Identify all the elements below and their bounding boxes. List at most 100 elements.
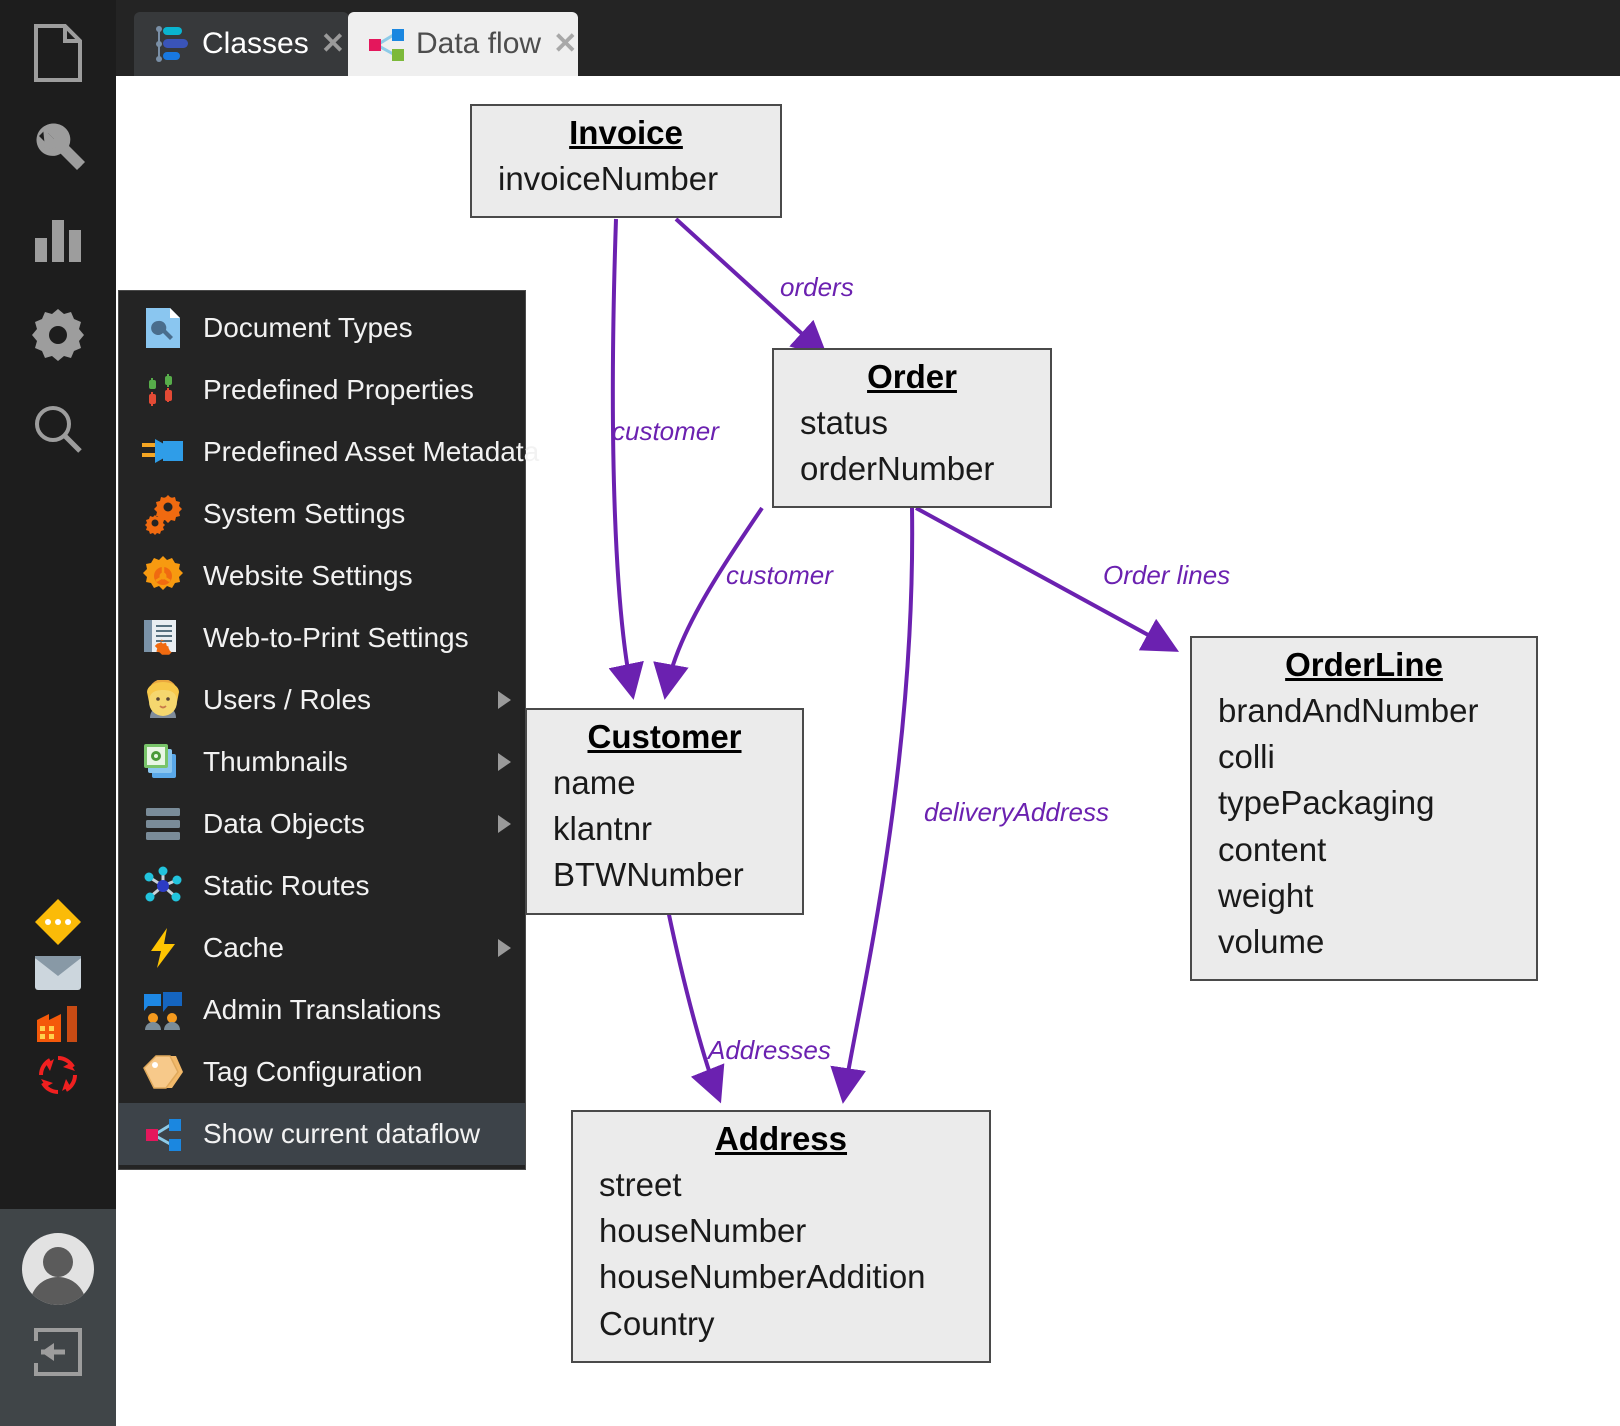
edge-label-order-customer: customer [726,560,834,590]
node-attribute: content [1218,830,1327,868]
menu-item-label: Static Routes [203,870,370,901]
menu-item-web-to-print-settings[interactable]: Web-to-Print Settings [119,607,525,669]
node-attributes: brandAndNumber colli typePackaging conte… [1208,688,1520,965]
menu-item-label: Tag Configuration [203,1056,423,1087]
node-attribute: Country [599,1304,715,1342]
menu-item-tag-configuration[interactable]: Tag Configuration [119,1041,525,1103]
edge-order-customer [653,506,764,700]
node-attributes: invoiceNumber [488,156,764,202]
menu-item-label: Users / Roles [203,684,372,715]
menu-item-document-types[interactable]: Document Types [119,297,525,359]
node-title: Address [714,1120,848,1157]
menu-item-data-objects[interactable]: Data Objects [119,793,525,855]
web-to-print-settings-icon [141,616,185,660]
node-attributes: name klantnr BTWNumber [543,760,786,899]
node-address[interactable]: Address street houseNumber houseNumberAd… [571,1110,991,1363]
thumbnails-icon [141,740,185,784]
classes-icon [152,24,192,64]
menu-item-system-settings[interactable]: System Settings [119,483,525,545]
document-icon[interactable] [0,6,116,100]
menu-item-label: Data Objects [203,808,365,839]
edge-invoice-customer [608,218,644,700]
node-title: Invoice [569,114,683,151]
avatar[interactable] [22,1233,94,1305]
menu-item-website-settings[interactable]: Website Settings [119,545,525,607]
menu-item-label: Web-to-Print Settings [203,622,469,653]
node-attributes: status orderNumber [790,400,1034,492]
node-attribute: status [800,404,889,441]
node-attribute: name [553,764,636,801]
node-attribute: houseNumberAddition [599,1258,926,1296]
left-icon-rail [0,0,116,1426]
search-icon[interactable] [0,382,116,476]
node-attribute: houseNumber [599,1212,807,1250]
node-title: Customer [587,718,742,755]
tab-classes-label: Classes [202,27,309,60]
node-attributes: street houseNumber houseNumberAddition C… [589,1162,973,1347]
node-attribute: brandAndNumber [1218,692,1479,729]
menu-item-label: Document Types [203,312,413,343]
menu-item-predefined-asset-metadata[interactable]: Predefined Asset Metadata [119,421,539,483]
predefined-properties-icon [141,368,185,412]
dataflow-icon [366,24,406,64]
node-attribute: klantnr [553,810,653,848]
refresh-icon[interactable] [0,1049,116,1100]
gear-icon[interactable] [0,288,116,382]
close-icon[interactable]: ✕ [541,29,577,59]
node-title: OrderLine [1285,646,1443,683]
menu-item-cache[interactable]: Cache [119,917,525,979]
node-attribute: colli [1218,738,1275,776]
node-order[interactable]: Order status orderNumber [772,348,1052,509]
menu-item-label: Predefined Properties [203,374,474,405]
data-objects-icon [141,802,185,846]
node-attribute: weight [1218,876,1314,914]
menu-item-label: Predefined Asset Metadata [203,436,540,467]
node-attribute: typePackaging [1218,784,1435,822]
chevron-right-icon [498,939,511,957]
node-invoice[interactable]: Invoice invoiceNumber [470,104,782,219]
menu-item-label: Cache [203,932,284,963]
static-routes-icon [141,864,185,908]
node-customer[interactable]: Customer name klantnr BTWNumber [525,708,804,915]
tab-data-flow-label: Data flow [416,27,542,60]
logout-icon[interactable] [0,1327,116,1377]
edge-label-order-lines: Order lines [1103,560,1230,590]
menu-item-admin-translations[interactable]: Admin Translations [119,979,525,1041]
menu-item-label: Website Settings [203,560,413,591]
menu-item-static-routes[interactable]: Static Routes [119,855,525,917]
edge-customer-address [666,909,725,1104]
users-roles-icon [141,678,185,722]
settings-context-menu[interactable]: Document Types Predefined Properties Pre… [118,290,539,1170]
tab-data-flow[interactable]: Data flow ✕ [348,12,578,76]
menu-item-predefined-properties[interactable]: Predefined Properties [119,359,525,421]
bar-chart-icon[interactable] [0,194,116,288]
avatar-body [30,1277,86,1305]
website-settings-icon [141,554,185,598]
node-attribute: volume [1218,922,1325,960]
diamond-more-icon[interactable] [0,896,116,947]
tab-classes[interactable]: Classes ✕ [134,12,349,76]
chevron-right-icon [498,753,511,771]
envelope-icon[interactable] [0,947,116,998]
edge-label-invoice-customer: customer [612,416,720,446]
menu-item-show-current-dataflow[interactable]: Show current dataflow [119,1103,525,1165]
menu-item-thumbnails[interactable]: Thumbnails [119,731,525,793]
document-types-icon [141,306,185,350]
admin-translations-icon [141,988,185,1032]
menu-item-label: Show current dataflow [203,1118,481,1149]
menu-item-label: System Settings [203,498,406,529]
close-icon[interactable]: ✕ [309,29,345,59]
chevron-right-icon [498,691,511,709]
factory-icon[interactable] [0,998,116,1049]
wrench-icon[interactable] [0,100,116,194]
node-orderline[interactable]: OrderLine brandAndNumber colli typePacka… [1190,636,1538,982]
cache-icon [141,926,185,970]
node-attribute: invoiceNumber [498,160,719,197]
menu-item-users-roles[interactable]: Users / Roles [119,669,525,731]
chevron-right-icon [498,815,511,833]
tag-configuration-icon [141,1050,185,1094]
tab-strip: Classes ✕ Data flow ✕ [116,0,1620,76]
node-attribute: BTWNumber [553,856,744,894]
edge-label-orders: orders [780,272,854,302]
edge-label-addresses: Addresses [706,1035,831,1065]
